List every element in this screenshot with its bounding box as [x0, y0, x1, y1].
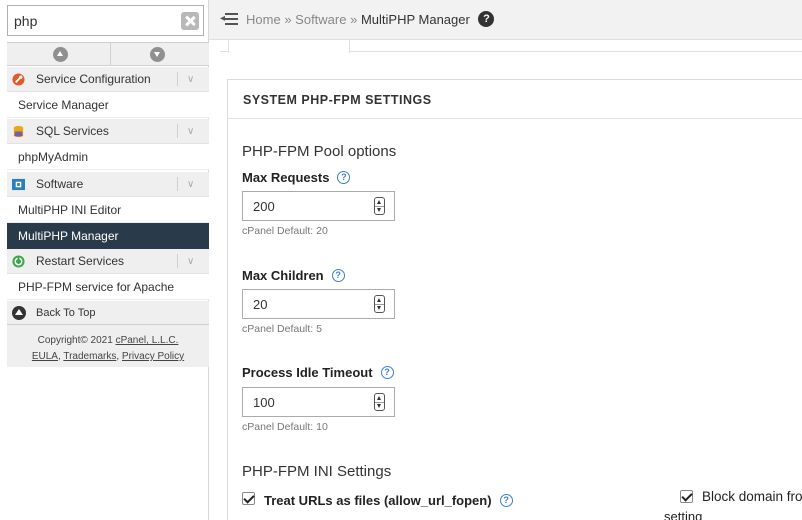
chevron-down-icon[interactable]: ∨: [187, 119, 194, 144]
divider: [177, 124, 178, 138]
max-children-label: Max Children?: [242, 268, 345, 283]
allow-url-fopen-label: Treat URLs as files (allow_url_fopen)?: [264, 493, 513, 508]
breadcrumb-software[interactable]: Software: [295, 12, 346, 27]
number-spinner[interactable]: [374, 393, 385, 411]
chevron-down-icon[interactable]: ∨: [187, 172, 194, 197]
max-children-default: cPanel Default: 5: [242, 323, 322, 335]
search-input[interactable]: [8, 6, 176, 35]
number-spinner[interactable]: [374, 295, 385, 313]
sidebar: Service Configuration ∨ Service Manager …: [0, 0, 209, 520]
divider: [110, 43, 111, 65]
field-label-text: Process Idle Timeout: [242, 365, 373, 380]
sidebar-category-software[interactable]: Software ∨: [7, 172, 209, 197]
divider: [177, 72, 178, 86]
restart-icon: [12, 255, 25, 268]
tab-strip: [220, 40, 802, 53]
sidebar-category-label: Service Configuration: [36, 72, 151, 86]
sidebar-item-php-fpm-service-for-apache[interactable]: PHP-FPM service for Apache: [7, 274, 209, 300]
sidebar-item-multiphp-ini-editor[interactable]: MultiPHP INI Editor: [7, 197, 209, 223]
wrench-icon: [12, 73, 25, 86]
help-icon[interactable]: ?: [499, 494, 513, 508]
max-requests-label: Max Requests?: [242, 170, 351, 185]
breadcrumb-home[interactable]: Home: [246, 12, 281, 27]
block-domain-checkbox[interactable]: [680, 490, 693, 503]
block-domain-label: Block domain fro: [702, 489, 802, 504]
breadcrumb-current: MultiPHP Manager: [360, 12, 470, 27]
active-tab[interactable]: [228, 40, 350, 53]
copyright-text: Copyright© 2021: [37, 335, 113, 346]
breadcrumb-separator: »: [350, 12, 358, 27]
pool-options-title: PHP-FPM Pool options: [242, 143, 397, 160]
sidebar-item-service-manager[interactable]: Service Manager: [7, 92, 209, 118]
chevron-down-icon[interactable]: ∨: [187, 249, 194, 274]
arrow-up-icon: [12, 306, 26, 320]
field-label-text: Max Requests: [242, 170, 330, 185]
allow-url-fopen-checkbox[interactable]: [242, 492, 255, 505]
field-label-text: Max Children: [242, 268, 324, 283]
sidebar-item-phpmyadmin[interactable]: phpMyAdmin: [7, 144, 209, 170]
chevron-down-icon[interactable]: ∨: [187, 67, 194, 92]
max-requests-field: [242, 191, 395, 221]
increment-icon[interactable]: [377, 200, 381, 204]
sidebar-category-label: Restart Services: [36, 254, 125, 268]
sidebar-category-label: Software: [36, 177, 84, 191]
divider: [375, 402, 384, 403]
sidebar-category-restart-services[interactable]: Restart Services ∨: [7, 249, 209, 274]
panel-header: SYSTEM PHP-FPM SETTINGS: [228, 80, 802, 119]
max-children-field: [242, 289, 395, 319]
decrement-icon[interactable]: [377, 404, 381, 408]
sidebar-item-multiphp-manager[interactable]: MultiPHP Manager: [7, 223, 209, 249]
toggle-sidebar-icon[interactable]: ◂: [220, 12, 238, 26]
clear-search-icon[interactable]: [181, 12, 199, 30]
divider: [177, 254, 178, 268]
process-idle-timeout-label: Process Idle Timeout?: [242, 365, 394, 380]
expand-all-icon[interactable]: [150, 47, 165, 62]
back-to-top-button[interactable]: Back To Top: [7, 301, 209, 325]
divider: [375, 304, 384, 305]
max-requests-input[interactable]: [243, 192, 368, 220]
increment-icon[interactable]: [377, 396, 381, 400]
breadcrumb-separator: »: [284, 12, 292, 27]
number-spinner[interactable]: [374, 197, 385, 215]
help-icon[interactable]: ?: [380, 366, 394, 380]
help-icon[interactable]: ?: [337, 171, 351, 185]
process-idle-timeout-input[interactable]: [243, 388, 368, 416]
sidebar-footer: Copyright© 2021 cPanel, L.L.C. EULA, Tra…: [7, 325, 209, 367]
sidebar-category-service-configuration[interactable]: Service Configuration ∨: [7, 67, 209, 92]
decrement-icon[interactable]: [377, 208, 381, 212]
menu-line: [225, 18, 238, 20]
expand-collapse-bar: [7, 42, 209, 66]
breadcrumb: Home » Software » MultiPHP Manager ?: [246, 0, 495, 40]
max-children-input[interactable]: [243, 290, 368, 318]
divider: [177, 177, 178, 191]
software-icon: [12, 178, 25, 191]
help-icon[interactable]: ?: [478, 11, 495, 28]
trademarks-link[interactable]: Trademarks: [63, 351, 116, 362]
divider: [375, 206, 384, 207]
ini-settings-title: PHP-FPM INI Settings: [242, 463, 392, 480]
eula-link[interactable]: EULA: [32, 351, 58, 362]
back-to-top-label: Back To Top: [36, 307, 96, 319]
block-domain-label-continuation: setting: [664, 509, 703, 520]
database-icon: [13, 125, 24, 138]
privacy-policy-link[interactable]: Privacy Policy: [122, 351, 184, 362]
sidebar-category-label: SQL Services: [36, 124, 109, 138]
sidebar-category-sql-services[interactable]: SQL Services ∨: [7, 119, 209, 144]
collapse-all-icon[interactable]: [53, 47, 68, 62]
increment-icon[interactable]: [377, 298, 381, 302]
process-idle-timeout-field: [242, 387, 395, 417]
menu-line: [225, 13, 238, 15]
search-box: [7, 5, 204, 36]
max-requests-default: cPanel Default: 20: [242, 225, 328, 237]
process-idle-timeout-default: cPanel Default: 10: [242, 421, 328, 433]
menu-line: [225, 23, 238, 25]
cpanel-link[interactable]: cPanel, L.L.C.: [116, 335, 179, 346]
decrement-icon[interactable]: [377, 306, 381, 310]
help-icon[interactable]: ?: [331, 269, 345, 283]
top-bar: ◂ Home » Software » MultiPHP Manager ?: [209, 0, 802, 40]
checkbox-label-text: Treat URLs as files (allow_url_fopen): [264, 493, 492, 508]
